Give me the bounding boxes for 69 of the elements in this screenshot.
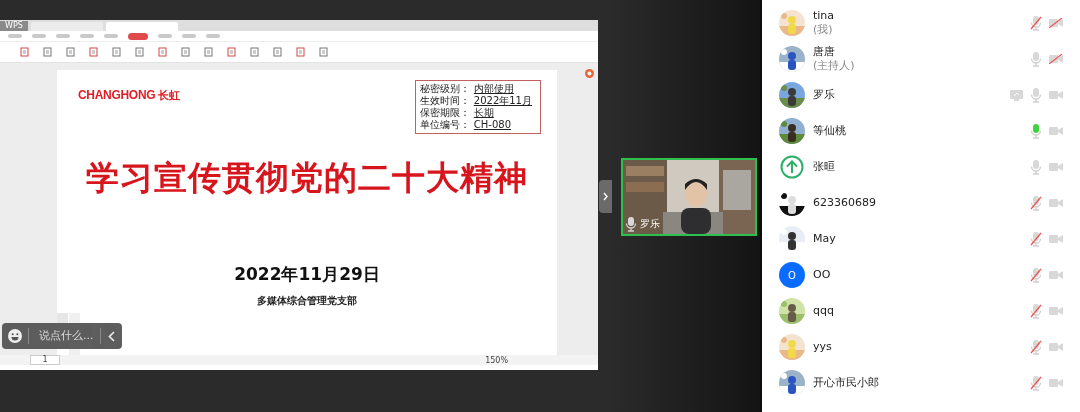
- organization-name: 多媒体综合管理党支部: [257, 294, 357, 308]
- participant-name: OO: [813, 268, 832, 282]
- participant-name: May: [813, 232, 837, 246]
- chevron-right-icon: [603, 192, 608, 201]
- toolbar-icon[interactable]: [89, 47, 99, 57]
- info-line: 单位编号： CH-080: [419, 119, 512, 131]
- menu-tab[interactable]: [128, 32, 148, 40]
- camera-icon[interactable]: [1049, 162, 1063, 172]
- document-title: 学习宣传贯彻党的二十大精神: [86, 157, 528, 199]
- video-tile[interactable]: 罗乐: [621, 158, 757, 236]
- muted-microphone-icon[interactable]: [1030, 339, 1042, 355]
- zoom-level: 150%: [485, 355, 508, 365]
- muted-microphone-icon[interactable]: [1030, 303, 1042, 319]
- letter-avatar: O: [779, 262, 805, 288]
- page-field[interactable]: 1: [30, 355, 60, 365]
- muted-microphone-icon[interactable]: [1030, 195, 1042, 211]
- emoji-icon[interactable]: [8, 329, 22, 343]
- toolbar-icon[interactable]: [204, 47, 214, 57]
- camera-icon[interactable]: [1049, 126, 1063, 136]
- participant-name: qqq: [813, 304, 835, 318]
- muted-microphone-icon[interactable]: [1030, 375, 1042, 391]
- toolbar-icon[interactable]: [250, 47, 260, 57]
- toolbar-icon[interactable]: [319, 47, 329, 57]
- muted-microphone-icon[interactable]: [1030, 15, 1042, 31]
- camera-icon[interactable]: [1049, 378, 1063, 388]
- toolbar-icon[interactable]: [112, 47, 122, 57]
- camera-icon[interactable]: [1049, 306, 1063, 316]
- toolbar-icon[interactable]: [66, 47, 76, 57]
- camera-icon[interactable]: [1049, 90, 1063, 100]
- chevron-left-icon[interactable]: [108, 330, 115, 342]
- info-line: 保密期限： 长期: [419, 107, 495, 119]
- participant-name: 罗乐: [813, 88, 836, 102]
- logo-text: CHANGHONG: [78, 88, 156, 102]
- camera-icon[interactable]: [1049, 198, 1063, 208]
- assistant-icon[interactable]: [585, 69, 594, 78]
- participant-name: yys: [813, 340, 833, 354]
- document-date: 2022年11月29日: [234, 263, 380, 286]
- toolbar-icon[interactable]: [227, 47, 237, 57]
- participant-role: (主持人): [813, 59, 856, 73]
- toolbar-icon[interactable]: [181, 47, 191, 57]
- camera-icon[interactable]: [1049, 234, 1063, 244]
- camera-off-icon[interactable]: [1049, 18, 1063, 28]
- toolbar-icon[interactable]: [296, 47, 306, 57]
- camera-icon[interactable]: [1049, 270, 1063, 280]
- collapse-handle[interactable]: [599, 180, 612, 213]
- logo-text: 长虹: [158, 88, 181, 103]
- chat-input[interactable]: 说点什么...: [28, 328, 101, 344]
- video-name: 罗乐: [640, 217, 660, 231]
- info-line: 秘密级别： 内部使用: [419, 83, 515, 95]
- toolbar-icon[interactable]: [158, 47, 168, 57]
- participant-name: 张晅: [813, 160, 836, 174]
- microphone-icon[interactable]: [1030, 123, 1042, 139]
- participant-name: 623360689: [813, 196, 877, 210]
- muted-microphone-icon[interactable]: [1030, 267, 1042, 283]
- participant-name: 唐唐: [813, 45, 836, 59]
- toolbar-icon[interactable]: [273, 47, 283, 57]
- app-tab[interactable]: WPS: [0, 21, 28, 31]
- muted-microphone-icon[interactable]: [1030, 231, 1042, 247]
- participant-name: 开心市民小郎: [813, 376, 880, 390]
- info-line: 生效时间： 2022年11月: [419, 95, 533, 107]
- participant-name: tina: [813, 9, 836, 23]
- participant-role: (我): [813, 23, 834, 37]
- toolbar-icon[interactable]: [135, 47, 145, 57]
- toolbar-icon[interactable]: [20, 47, 30, 57]
- camera-off-icon[interactable]: [1049, 54, 1063, 64]
- participant-name: 等仙桃: [813, 124, 847, 138]
- microphone-icon[interactable]: [625, 216, 637, 232]
- camera-icon[interactable]: [1049, 342, 1063, 352]
- toolbar-icon[interactable]: [43, 47, 53, 57]
